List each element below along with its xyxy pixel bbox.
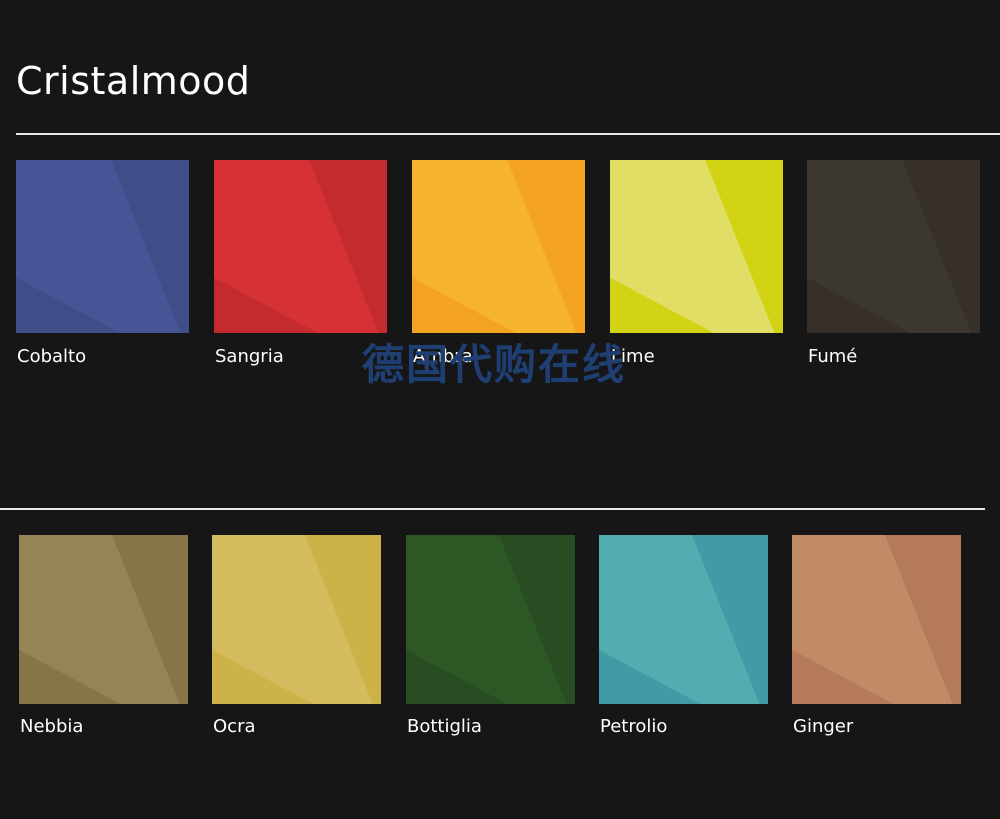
top-divider: [16, 133, 1000, 135]
swatch-label: Petrolio: [600, 716, 668, 737]
middle-divider: [0, 508, 985, 510]
page-title: Cristalmood: [16, 59, 251, 103]
color-swatch[interactable]: [16, 160, 189, 333]
swatch-glass-graphic: [16, 160, 189, 333]
color-swatch[interactable]: [610, 160, 783, 333]
swatch-label: Fumé: [808, 346, 858, 367]
color-swatch[interactable]: [212, 535, 381, 704]
swatch-label: Lime: [611, 346, 655, 367]
color-swatch[interactable]: [214, 160, 387, 333]
color-swatch[interactable]: [19, 535, 188, 704]
swatch-label: Sangria: [215, 346, 284, 367]
swatch-label: Ocra: [213, 716, 256, 737]
watermark-text: 德国代购在线: [362, 340, 627, 389]
swatch-glass-graphic: [599, 535, 768, 704]
swatch-glass-graphic: [807, 160, 980, 333]
swatch-label: Ginger: [793, 716, 854, 737]
color-swatch[interactable]: [406, 535, 575, 704]
color-swatch[interactable]: [792, 535, 961, 704]
swatch-glass-graphic: [214, 160, 387, 333]
swatch-glass-graphic: [406, 535, 575, 704]
swatch-label: Cobalto: [17, 346, 87, 367]
color-swatch[interactable]: [807, 160, 980, 333]
swatch-label: Bottiglia: [407, 716, 482, 737]
swatch-glass-graphic: [212, 535, 381, 704]
color-swatch[interactable]: [412, 160, 585, 333]
swatch-label: Ambra: [413, 346, 473, 367]
color-swatch[interactable]: [599, 535, 768, 704]
swatch-glass-graphic: [610, 160, 783, 333]
swatch-glass-graphic: [412, 160, 585, 333]
swatch-label: Nebbia: [20, 716, 84, 737]
swatch-glass-graphic: [19, 535, 188, 704]
swatch-glass-graphic: [792, 535, 961, 704]
